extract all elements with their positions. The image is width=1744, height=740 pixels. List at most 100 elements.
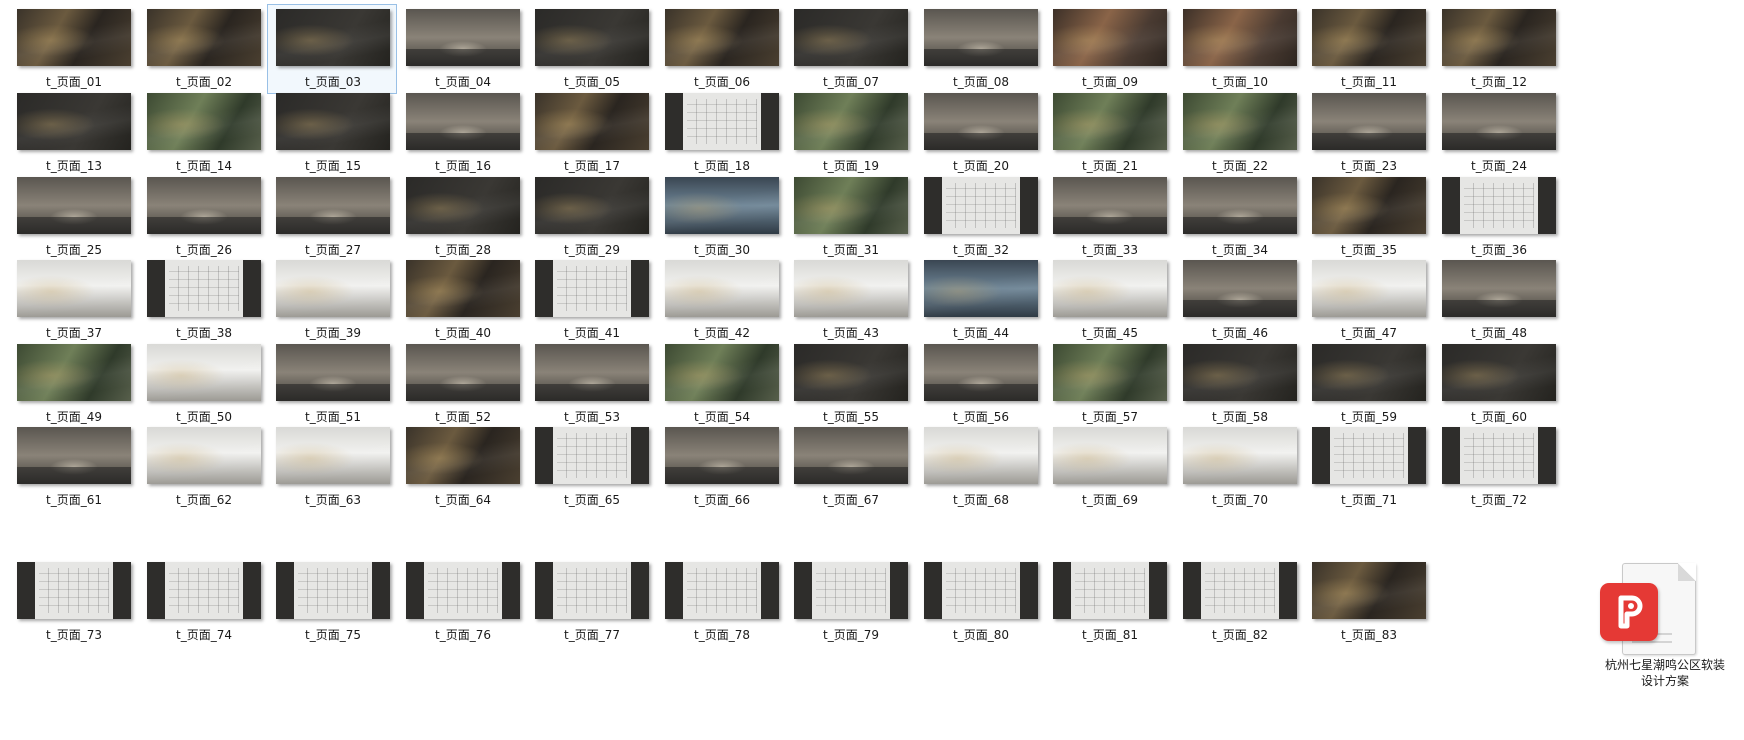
file-name-label: t_页面_79 bbox=[823, 628, 879, 642]
thumbnail-image bbox=[665, 93, 779, 150]
pdf-file-item[interactable]: 杭州七星潮鸣公区软装 设计方案 bbox=[1590, 563, 1740, 733]
thumbnail-image bbox=[17, 260, 131, 317]
file-name-label: t_页面_44 bbox=[953, 326, 1009, 340]
thumbnail-image bbox=[17, 344, 131, 401]
thumbnail-image bbox=[1312, 93, 1426, 150]
file-name-label: t_页面_54 bbox=[694, 410, 750, 424]
thumbnail-image bbox=[17, 177, 131, 234]
file-name-label: t_页面_51 bbox=[305, 410, 361, 424]
file-name-label: t_页面_83 bbox=[1341, 628, 1397, 642]
file-name-label: t_页面_82 bbox=[1212, 628, 1268, 642]
thumbnail-image bbox=[1053, 9, 1167, 66]
file-name-label: t_页面_40 bbox=[435, 326, 491, 340]
file-name-label: t_页面_71 bbox=[1341, 493, 1397, 507]
file-name-label: t_页面_49 bbox=[46, 410, 102, 424]
thumbnail-image bbox=[276, 427, 390, 484]
file-name-label: t_页面_37 bbox=[46, 326, 102, 340]
file-name-label: t_页面_09 bbox=[1082, 75, 1138, 89]
file-name-label: t_页面_50 bbox=[176, 410, 232, 424]
file-name-label: t_页面_73 bbox=[46, 628, 102, 642]
file-name-label: t_页面_42 bbox=[694, 326, 750, 340]
thumbnail-image bbox=[1053, 562, 1167, 619]
file-name-label: t_页面_18 bbox=[694, 159, 750, 173]
thumbnail-image bbox=[924, 9, 1038, 66]
file-grid: t_页面_01 t_页面_02 t_页面_03 t_页面_04 t_页面_05 t_页面_… bbox=[0, 0, 1744, 740]
file-name-label: t_页面_39 bbox=[305, 326, 361, 340]
thumbnail-image bbox=[1183, 93, 1297, 150]
thumbnail-image bbox=[535, 562, 649, 619]
file-name-label: t_页面_64 bbox=[435, 493, 491, 507]
file-name-label: t_页面_07 bbox=[823, 75, 879, 89]
thumbnail-image bbox=[535, 260, 649, 317]
thumbnail-image bbox=[406, 260, 520, 317]
file-name-label: t_页面_34 bbox=[1212, 243, 1268, 257]
thumbnail-image bbox=[276, 177, 390, 234]
file-name-label: t_页面_30 bbox=[694, 243, 750, 257]
thumbnail-image bbox=[406, 344, 520, 401]
thumbnail-image bbox=[17, 9, 131, 66]
file-name-label: t_页面_21 bbox=[1082, 159, 1138, 173]
file-name-label: t_页面_17 bbox=[564, 159, 620, 173]
thumbnail-image bbox=[794, 260, 908, 317]
thumbnail-image bbox=[1442, 177, 1556, 234]
thumbnail-image bbox=[665, 427, 779, 484]
thumbnail-image bbox=[276, 93, 390, 150]
thumbnail-image bbox=[665, 344, 779, 401]
file-name-label: t_页面_52 bbox=[435, 410, 491, 424]
file-name-label: t_页面_70 bbox=[1212, 493, 1268, 507]
file-name-label: t_页面_47 bbox=[1341, 326, 1397, 340]
file-name-label: t_页面_53 bbox=[564, 410, 620, 424]
thumbnail-image bbox=[1053, 344, 1167, 401]
file-name-label: t_页面_57 bbox=[1082, 410, 1138, 424]
file-name-label: t_页面_11 bbox=[1341, 75, 1397, 89]
file-name-label: t_页面_06 bbox=[694, 75, 750, 89]
thumbnail-image bbox=[147, 427, 261, 484]
file-name-label: t_页面_27 bbox=[305, 243, 361, 257]
thumbnail-image bbox=[535, 93, 649, 150]
thumbnail-image bbox=[794, 9, 908, 66]
thumbnail-image bbox=[535, 177, 649, 234]
thumbnail-image bbox=[147, 177, 261, 234]
thumbnail-image bbox=[535, 427, 649, 484]
file-name-label: t_页面_69 bbox=[1082, 493, 1138, 507]
thumbnail-image bbox=[1183, 427, 1297, 484]
file-name-label: t_页面_04 bbox=[435, 75, 491, 89]
thumbnail-image bbox=[924, 260, 1038, 317]
file-name-line-2: 设计方案 bbox=[1640, 674, 1689, 688]
file-name-label: t_页面_58 bbox=[1212, 410, 1268, 424]
file-name-label: t_页面_16 bbox=[435, 159, 491, 173]
file-name-label: t_页面_41 bbox=[564, 326, 620, 340]
thumbnail-image bbox=[1312, 427, 1426, 484]
file-name-label: t_页面_13 bbox=[46, 159, 102, 173]
thumbnail-image bbox=[1312, 344, 1426, 401]
thumbnail-image bbox=[1312, 260, 1426, 317]
file-name-label: t_页面_15 bbox=[305, 159, 361, 173]
file-name-label: t_页面_76 bbox=[435, 628, 491, 642]
thumbnail-image bbox=[1183, 344, 1297, 401]
file-name-label: t_页面_24 bbox=[1471, 159, 1527, 173]
file-name-label: t_页面_61 bbox=[46, 493, 102, 507]
file-name-label: t_页面_20 bbox=[953, 159, 1009, 173]
file-name-label: t_页面_23 bbox=[1341, 159, 1397, 173]
file-name-line-1: 杭州七星潮鸣公区软装 bbox=[1604, 658, 1725, 672]
thumbnail-image bbox=[1183, 177, 1297, 234]
thumbnail-image bbox=[406, 177, 520, 234]
thumbnail-image bbox=[665, 562, 779, 619]
file-name-label: t_页面_77 bbox=[564, 628, 620, 642]
file-name-label: t_页面_10 bbox=[1212, 75, 1268, 89]
file-name-label: t_页面_35 bbox=[1341, 243, 1397, 257]
file-name-label: t_页面_43 bbox=[823, 326, 879, 340]
thumbnail-image bbox=[794, 177, 908, 234]
pdf-reader-icon bbox=[1600, 583, 1658, 641]
file-name-label: t_页面_28 bbox=[435, 243, 491, 257]
thumbnail-image bbox=[276, 9, 390, 66]
file-name-label: t_页面_08 bbox=[953, 75, 1009, 89]
file-name-label: t_页面_36 bbox=[1471, 243, 1527, 257]
file-name-label: t_页面_65 bbox=[564, 493, 620, 507]
file-name-label: t_页面_68 bbox=[953, 493, 1009, 507]
thumbnail-image bbox=[1442, 260, 1556, 317]
file-name-label: t_页面_74 bbox=[176, 628, 232, 642]
thumbnail-image bbox=[1442, 427, 1556, 484]
thumbnail-image bbox=[1183, 260, 1297, 317]
thumbnail-image bbox=[924, 562, 1038, 619]
